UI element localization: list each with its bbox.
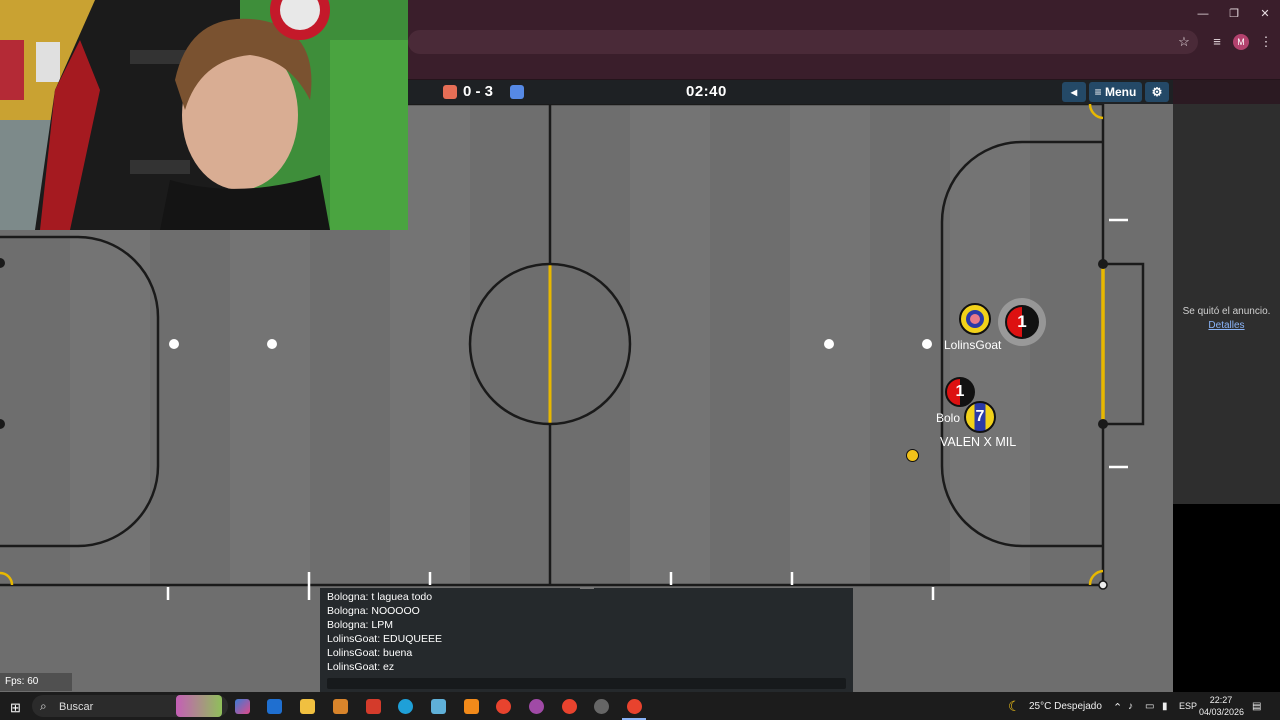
browser-menu-icon[interactable]: ⋮	[1255, 31, 1277, 53]
chevron-up-icon[interactable]: ⌃	[1113, 701, 1122, 714]
fps-counter: Fps: 60	[0, 673, 72, 691]
bookmark-star-icon[interactable]: ☆	[1173, 31, 1195, 53]
chrome-active-icon[interactable]	[627, 699, 642, 714]
chat-message: Bologna: LPM	[327, 619, 393, 631]
profile-avatar[interactable]: M	[1233, 34, 1249, 50]
file-explorer-icon[interactable]	[300, 699, 315, 714]
player-name-label: VALEN X MIL	[940, 435, 1017, 449]
ad-panel	[1173, 104, 1280, 504]
gear-icon: ⚙	[1151, 85, 1163, 99]
chat-message: Bologna: t laguea todo	[327, 591, 433, 603]
ad-blank-area	[1173, 504, 1280, 692]
streamer-webcam-image	[0, 0, 408, 230]
chat-message: LolinsGoat: EDUQUEEE	[327, 633, 442, 645]
clock-date[interactable]: 04/03/2026	[1199, 707, 1244, 717]
ad-removed-text: Se quitó el anuncio.	[1182, 306, 1271, 317]
language-indicator[interactable]: ESP	[1179, 701, 1197, 711]
obs-icon[interactable]	[594, 699, 609, 714]
network-icon[interactable]: ▭	[1145, 701, 1154, 712]
settings-button[interactable]: ⚙	[1145, 82, 1169, 102]
chat-resize-handle[interactable]	[580, 587, 594, 589]
hamburger-icon: ≡	[1094, 85, 1105, 99]
speaker-icon[interactable]: ♪	[1128, 701, 1133, 712]
player-name-label: Bolo	[936, 411, 961, 425]
search-placeholder: Buscar	[59, 701, 94, 713]
speaker-icon: ◂	[1070, 85, 1078, 99]
chrome-profile-icon[interactable]	[529, 699, 544, 714]
scoreboard: 0 - 3	[463, 83, 494, 100]
red-team-indicator	[443, 85, 457, 99]
windows-start-icon[interactable]: ⊞	[10, 700, 21, 716]
match-clock: 02:40	[686, 83, 727, 100]
player-disc-blue-7: 7	[964, 401, 996, 433]
ad-details-link[interactable]: Detalles	[1173, 320, 1280, 331]
chat-message: LolinsGoat: ez	[327, 661, 395, 673]
reading-list-icon[interactable]: ≡	[1206, 31, 1228, 53]
vlc-icon[interactable]	[464, 699, 479, 714]
blue-team-indicator	[510, 85, 524, 99]
address-bar[interactable]	[408, 30, 1198, 54]
ball	[906, 449, 919, 462]
player-disc-red-1: 1	[1005, 305, 1039, 339]
chat-input[interactable]	[327, 678, 846, 689]
copilot-icon[interactable]	[235, 699, 250, 714]
moon-icon: ☾	[1008, 698, 1021, 714]
player-disc-lolinsgoat	[959, 303, 991, 335]
chrome-icon[interactable]	[496, 699, 511, 714]
weather-text[interactable]: 25°C Despejado	[1029, 701, 1102, 712]
chrome-profile-icon[interactable]	[562, 699, 577, 714]
app-icon[interactable]	[333, 699, 348, 714]
webcam-overlay	[0, 0, 408, 230]
edge-icon[interactable]	[398, 699, 413, 714]
search-highlight-image	[176, 695, 222, 717]
mail-icon[interactable]	[267, 699, 282, 714]
winrar-icon[interactable]	[366, 699, 381, 714]
notification-icon[interactable]: ▤	[1252, 701, 1261, 712]
app-icon[interactable]	[431, 699, 446, 714]
minimize-button[interactable]: —	[1188, 4, 1218, 24]
chat-message: LolinsGoat: buena	[327, 647, 413, 659]
search-icon: ⌕	[40, 699, 47, 713]
menu-button[interactable]: ≡ Menu	[1089, 82, 1142, 102]
sound-toggle-button[interactable]: ◂	[1062, 82, 1086, 102]
close-button[interactable]: ✕	[1250, 4, 1280, 24]
restore-button[interactable]: ❐	[1219, 4, 1249, 24]
clock-time[interactable]: 22:27	[1201, 695, 1241, 705]
battery-icon[interactable]: ▮	[1162, 701, 1168, 712]
player-name-label: LolinsGoat	[944, 338, 1002, 352]
chat-message: Bologna: NOOOOO	[327, 605, 420, 617]
